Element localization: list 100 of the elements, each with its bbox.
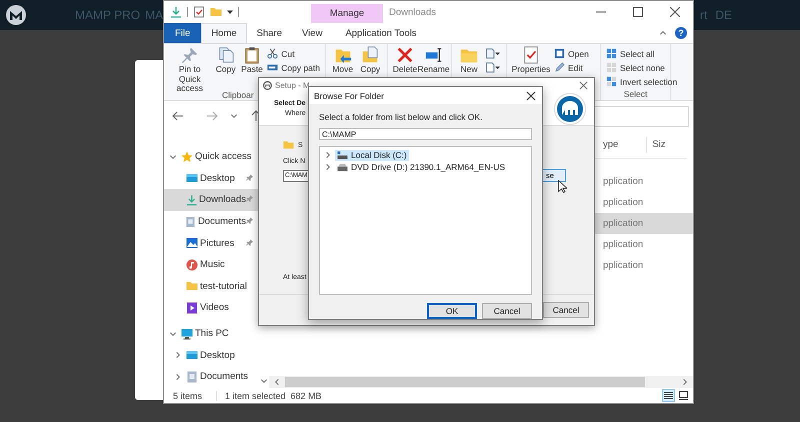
nav-item[interactable]: Documents [164,366,259,388]
chevron-icon[interactable] [324,163,332,171]
ribbon-group-label: Select [624,89,648,100]
desktop-icon [186,172,198,184]
document-icon [485,62,501,73]
new-item-icon [485,48,501,59]
selection-info: 1 item selected [216,390,286,400]
nav-item[interactable]: test-tutorial [164,276,259,298]
delete-button[interactable]: Delete [391,46,419,74]
details-view-button[interactable] [662,389,675,402]
rename-icon [424,46,442,64]
move-button[interactable]: Move [329,46,356,74]
forward-arrow-icon [206,110,218,122]
setup-app-icon [263,80,272,90]
recent-locations-button[interactable] [228,112,240,120]
chevron-icon[interactable] [174,372,182,381]
column-header[interactable]: ype [603,139,618,150]
cancel-button[interactable]: Cancel [543,302,589,318]
music-icon [186,258,198,271]
clipboard-icon [243,46,262,64]
close-icon[interactable] [579,80,588,90]
copy-to-button[interactable]: Copy [356,46,384,74]
invert-selection-icon [606,76,617,87]
pencil-icon [554,62,565,73]
nav-item[interactable]: Documents [164,210,259,232]
star-icon [181,150,193,163]
folder-icon [283,140,294,150]
nav-item[interactable]: Videos [164,297,259,319]
nav-item[interactable]: Pictures [164,232,259,254]
properties-button[interactable]: Properties [510,46,552,74]
select-all-button[interactable]: Select all [604,48,680,59]
nav-item[interactable]: Desktop [164,344,259,366]
chevron-icon[interactable] [169,152,177,161]
download-icon [186,194,197,206]
computer-icon [181,328,193,340]
nav-item[interactable]: This PC [164,322,259,344]
back-arrow-icon [172,110,184,122]
pushpin-icon [180,46,199,64]
dvd-drive-icon [337,162,348,172]
tree-item[interactable]: DVD Drive (D:) 21390.1_ARM64_EN-US [335,162,507,172]
chevron-icon [230,112,238,120]
cancel-button[interactable]: Cancel [482,303,532,319]
chevron-icon[interactable] [324,151,332,159]
invert-button[interactable]: Invert selection [604,76,680,87]
properties-icon [522,46,540,64]
picture-icon [186,237,198,250]
nav-item[interactable]: Downloads [164,189,259,211]
nav-item[interactable]: Quick access [164,146,259,168]
document-icon [186,370,198,383]
context-tab-header: Manage [311,4,383,23]
cursor-icon [558,180,567,193]
dropdown-caret-icon[interactable] [227,9,233,15]
open-button[interactable]: Open [552,48,591,59]
close-icon [670,7,680,17]
back-button[interactable] [172,110,184,122]
folder-copy-icon [361,46,380,64]
file-menu-tab[interactable]: File [164,23,202,43]
tree-item[interactable]: Local Disk (C:) [335,150,409,160]
maximize-icon [632,7,642,17]
edit-button[interactable]: Edit [552,62,591,73]
select-none-icon [606,62,617,73]
new-folder-button[interactable]: New [455,46,483,74]
dialog-prompt: Select a folder from list below and click OK. [319,112,484,122]
rename-button[interactable]: Rename [419,46,448,74]
video-icon [186,302,198,314]
ok-button[interactable]: OK [427,303,477,319]
ribbon-group-label: Clipboar [221,90,254,101]
desktop-icon [186,349,198,362]
help-button[interactable]: ? [675,27,687,39]
tiles-view-button[interactable] [677,389,690,402]
tiles-view-icon [679,391,688,400]
delete-icon [396,46,414,64]
selection-size: 682 MB [290,390,322,400]
nav-item[interactable]: Desktop [164,168,259,190]
item-count: 5 items [173,390,202,400]
download-icon[interactable] [170,6,182,18]
folder-path-field[interactable]: C:\MAMP [319,128,532,140]
paste-button[interactable]: Paste [238,46,266,74]
details-view-icon [664,391,673,400]
open-icon [554,48,565,59]
dialog-title: Browse For Folder [314,90,384,100]
drive-icon [337,150,348,160]
ribbon-tab[interactable]: Home [201,23,247,43]
properties-icon[interactable] [193,6,205,18]
chevron-up-icon[interactable] [659,29,667,37]
chevron-icon[interactable] [681,378,689,386]
close-icon[interactable] [526,90,536,100]
copy-path-button[interactable]: Copy path [265,62,322,73]
chevron-icon[interactable] [169,330,177,338]
column-header[interactable]: Siz [652,139,666,150]
logo-icon [5,4,27,26]
horizontal-scrollbar[interactable] [269,376,693,388]
cut-button[interactable]: Cut [265,48,322,59]
copy-button[interactable]: Copy [212,46,239,74]
select-none-button[interactable]: Select none [604,62,680,73]
scissors-icon [267,48,278,59]
nav-item[interactable]: Music [164,254,259,276]
pin-button[interactable]: Pin to Quick access [167,46,212,94]
chevron-icon[interactable] [174,351,182,360]
select-all-icon [606,48,617,59]
